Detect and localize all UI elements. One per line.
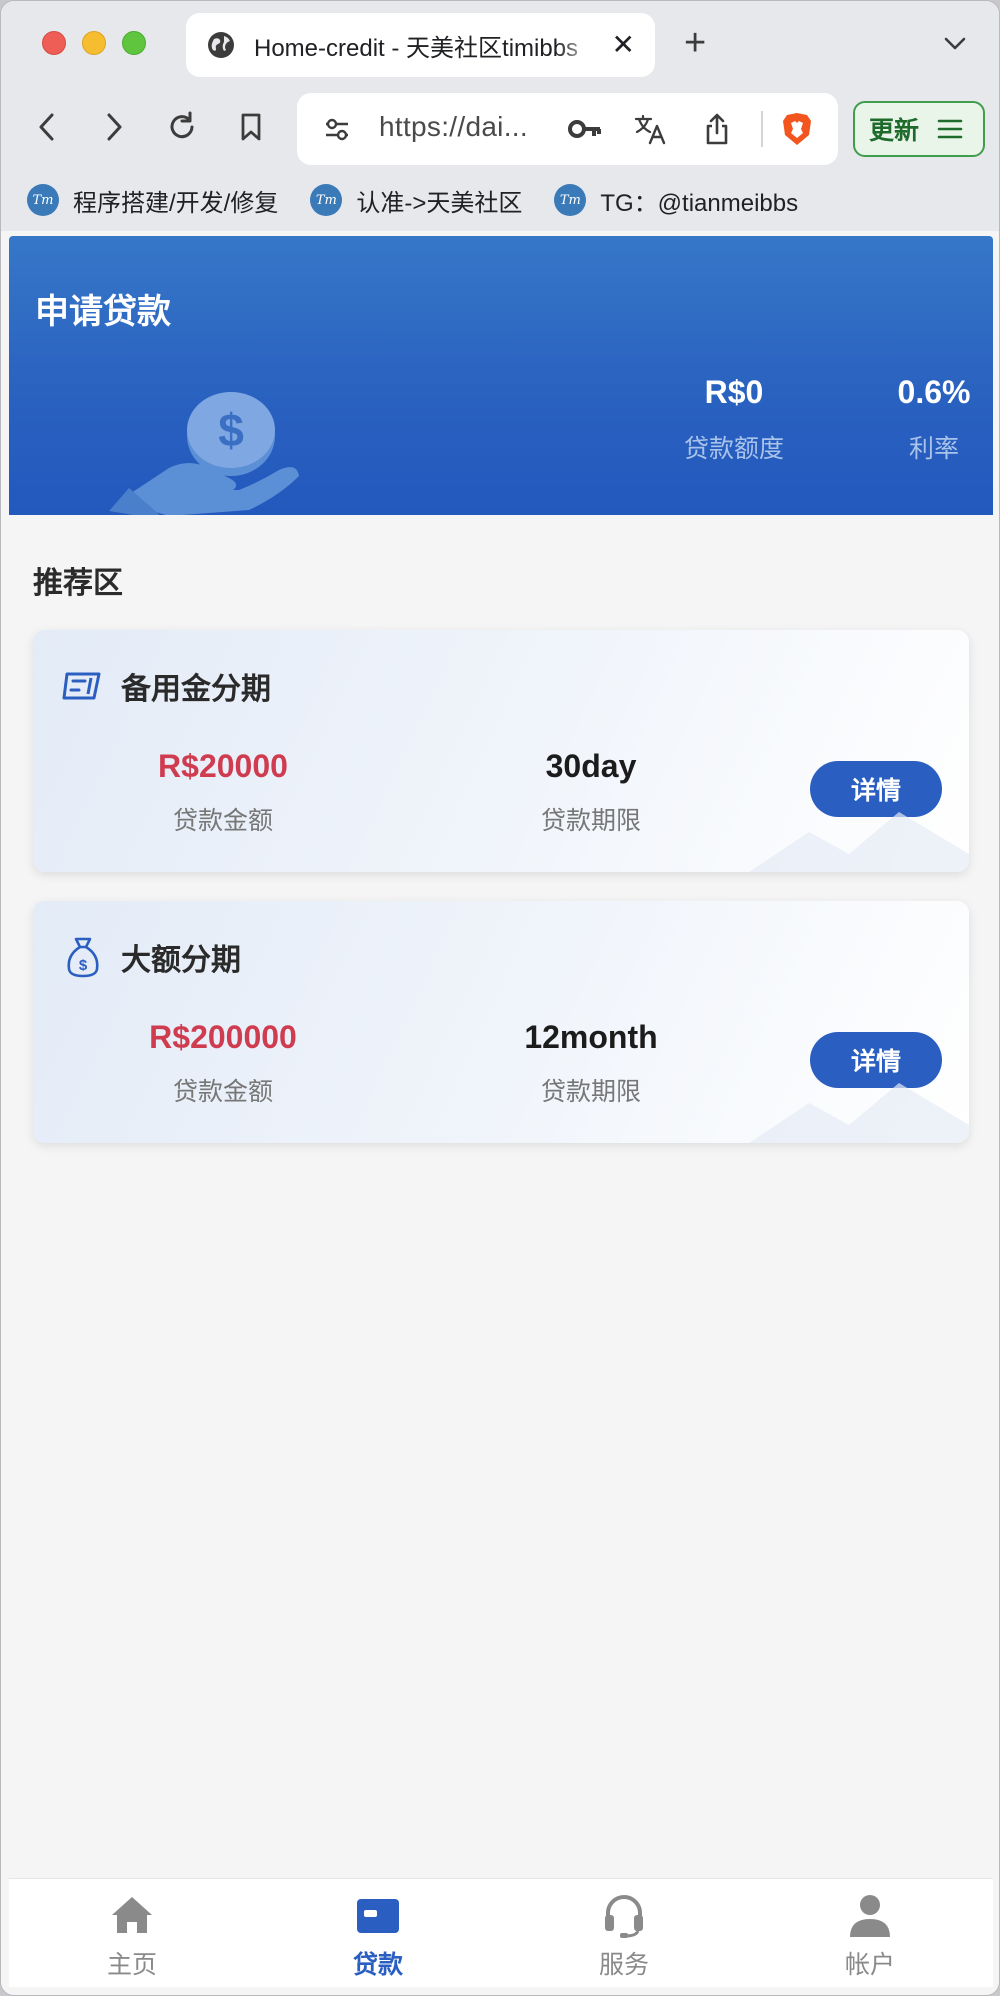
loan-term-label: 贷款期限 (540, 807, 641, 835)
browser-window: Home-credit - 天美社区timibbs ✕ + https://da… (0, 0, 1000, 1996)
close-window-button[interactable] (42, 31, 66, 55)
nav-label: 帐户 (844, 1951, 895, 1979)
chevron-down-icon[interactable] (941, 31, 969, 55)
user-icon (850, 1895, 890, 1937)
bookmark-icon (241, 113, 261, 141)
tm-logo-icon: Tm (27, 184, 59, 216)
headset-icon (605, 1895, 643, 1938)
mountain-decoration (749, 1083, 969, 1143)
active-tab[interactable]: Home-credit - 天美社区timibbs ✕ (186, 13, 655, 77)
loan-product-card[interactable]: $ 大额分期 R$200000 贷款金额 12month 贷款期限 详情 (33, 901, 969, 1143)
divider (761, 111, 763, 147)
nav-item-home[interactable]: 主页 (9, 1879, 255, 1987)
nav-item-service[interactable]: 服务 (501, 1879, 747, 1987)
hamburger-menu-icon (937, 119, 963, 139)
loan-amount: R$20000 贷款金额 (93, 748, 353, 837)
chevron-right-icon (107, 113, 122, 141)
wallet-icon (357, 1899, 399, 1933)
url-text[interactable]: https://dai... (379, 111, 528, 143)
reload-button[interactable] (160, 105, 204, 149)
interest-rate-label: 利率 (908, 435, 959, 463)
tm-logo-icon: Tm (310, 184, 343, 216)
minimize-window-button[interactable] (82, 31, 106, 55)
loan-quota-stat: R$0 贷款额度 (649, 374, 819, 465)
tab-title: Home-credit - 天美社区timibbs (254, 34, 579, 62)
back-button[interactable] (25, 105, 69, 149)
loan-quota-label: 贷款额度 (683, 435, 784, 463)
nav-label: 贷款 (352, 1951, 403, 1979)
card-header: $ 大额分期 (61, 935, 241, 979)
update-label: 更新 (869, 117, 920, 145)
bookmark-label: 认准->天美社区 (356, 189, 523, 217)
card-header: 备用金分期 (61, 664, 271, 708)
wallet-card-icon (62, 672, 101, 700)
loan-term-value: 30day (545, 748, 637, 784)
loan-amount-value: R$200000 (149, 1019, 297, 1055)
loan-term: 30day 贷款期限 (461, 748, 721, 837)
reload-icon (170, 111, 194, 139)
nav-item-loan[interactable]: 贷款 (255, 1879, 501, 1987)
bookmark-item[interactable]: Tm 认准->天美社区 (310, 183, 522, 218)
page-content: 申请贷款 $ R$0 贷款额度 0.6% 利率 推荐区 备用金分期 R$2000… (9, 236, 993, 1987)
money-bag-icon: $ (67, 937, 99, 978)
bookmarks-bar: Tm 程序搭建/开发/修复 Tm 认准->天美社区 Tm TG：@tianmei… (1, 169, 999, 231)
hand-coin-icon: $ (109, 392, 299, 515)
product-title: 大额分期 (121, 944, 241, 977)
loan-term-label: 贷款期限 (540, 1078, 641, 1106)
tab-close-icon[interactable]: ✕ (612, 31, 635, 59)
loan-amount-value: R$20000 (158, 748, 288, 784)
bookmark-label: TG：@tianmeibbs (600, 189, 799, 217)
new-tab-button[interactable]: + (684, 23, 706, 63)
interest-rate-value: 0.6% (897, 374, 971, 410)
bookmark-item[interactable]: Tm TG：@tianmeibbs (554, 183, 798, 218)
section-title: 推荐区 (33, 567, 123, 600)
nav-label: 主页 (106, 1951, 157, 1979)
loan-header: 申请贷款 $ R$0 贷款额度 0.6% 利率 (9, 236, 993, 515)
loan-term-value: 12month (524, 1019, 658, 1055)
interest-rate-stat: 0.6% 利率 (879, 374, 989, 465)
page-title: 申请贷款 (35, 293, 171, 331)
chevron-left-icon (39, 113, 54, 141)
nav-item-account[interactable]: 帐户 (747, 1879, 993, 1987)
share-icon[interactable] (699, 111, 735, 147)
bookmark-item[interactable]: Tm 程序搭建/开发/修复 (27, 183, 278, 218)
nav-label: 服务 (598, 1951, 649, 1979)
loan-amount-label: 贷款金额 (172, 807, 273, 835)
mountain-decoration (749, 812, 969, 872)
product-title: 备用金分期 (121, 673, 271, 706)
loan-amount-label: 贷款金额 (172, 1078, 273, 1106)
site-settings-icon[interactable] (319, 111, 355, 147)
browser-toolbar: https://dai... 更新 (1, 85, 999, 169)
brave-shield-icon[interactable] (779, 111, 815, 147)
forward-button[interactable] (92, 105, 136, 149)
loan-quota-value: R$0 (704, 374, 764, 410)
tm-logo-icon: Tm (554, 184, 587, 216)
loan-term: 12month 贷款期限 (461, 1019, 721, 1108)
password-key-icon[interactable] (567, 111, 603, 147)
bookmark-button[interactable] (229, 105, 273, 149)
translate-icon[interactable] (632, 111, 668, 147)
maximize-window-button[interactable] (122, 31, 146, 55)
loan-product-card[interactable]: 备用金分期 R$20000 贷款金额 30day 贷款期限 详情 (33, 630, 969, 872)
update-button[interactable]: 更新 (853, 101, 985, 157)
loan-amount: R$200000 贷款金额 (93, 1019, 353, 1108)
tab-bar: Home-credit - 天美社区timibbs ✕ + (1, 1, 999, 85)
address-bar[interactable]: https://dai... (297, 93, 838, 165)
svg-text:$: $ (79, 957, 88, 974)
svg-text:$: $ (218, 404, 244, 456)
bottom-navigation: 主页 贷款 服务 帐户 (9, 1878, 993, 1987)
bookmark-label: 程序搭建/开发/修复 (73, 189, 279, 217)
home-icon (112, 1897, 152, 1933)
globe-icon (208, 32, 234, 58)
